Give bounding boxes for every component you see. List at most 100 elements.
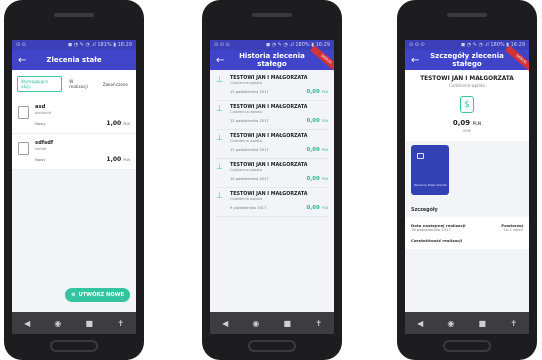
item-type: Codzienna wpłata bbox=[230, 110, 263, 114]
order-currency: PLN bbox=[472, 122, 482, 127]
speaker bbox=[447, 13, 487, 17]
section-title: Szczegóły bbox=[411, 208, 438, 213]
list-item[interactable]: ⊥ TESTOWI JAN I MAŁGORZATA Codzienna wpł… bbox=[216, 72, 328, 101]
order-summary: TESTOWI JAN I MAŁGORZATA Codzienna wpłat… bbox=[405, 70, 529, 141]
list-item[interactable]: ⊥ TESTOWI JAN I MAŁGORZATA Codzienna wpł… bbox=[216, 101, 328, 130]
create-new-label: UTWÓRZ NOWE bbox=[78, 292, 124, 298]
phone-standing-orders: ⊙ ⊙ ◼ ◔ ✎ ◔ .ıl 181% ▮ 16:29 ← Zlecenia … bbox=[4, 0, 144, 360]
status-left: ⊙ ⊙ ⊙ bbox=[409, 42, 425, 48]
item-date: 11 października 2017 bbox=[230, 148, 269, 152]
item-currency: PLN bbox=[321, 119, 328, 123]
next-date-value: 16 października 2017 bbox=[411, 228, 451, 232]
back-arrow-icon[interactable]: ← bbox=[216, 55, 230, 66]
android-nav-bar: ◀ ◉ ■ ✝ bbox=[210, 312, 334, 334]
status-right: ◼ ◔ ✎ ◔ .ıl 180% ▮ 16:29 bbox=[265, 42, 330, 48]
home-button[interactable] bbox=[50, 340, 98, 352]
app-bar: ← Zlecenia stałe bbox=[12, 50, 136, 70]
order-subtitle: asdfasdf bbox=[35, 110, 52, 115]
nav-home-icon[interactable]: ◉ bbox=[54, 319, 61, 328]
status-bar: ⊙ ⊙ ◼ ◔ ✎ ◔ .ıl 181% ▮ 16:29 bbox=[12, 40, 136, 50]
phone-order-history: ⊙ ⊙ ⊙ ◼ ◔ ✎ ◔ .ıl 180% ▮ 16:29 ← Histori… bbox=[202, 0, 342, 360]
list-item[interactable]: ⊥ TESTOWI JAN I MAŁGORZATA Codzienna wpł… bbox=[216, 188, 328, 217]
card-chip-icon bbox=[417, 153, 424, 159]
filter-completed[interactable]: Zakończone bbox=[100, 80, 131, 89]
list-item[interactable]: sdfsdf sdfsdf Nowy 1,00 PLN bbox=[12, 134, 136, 170]
nav-home-icon[interactable]: ◉ bbox=[447, 319, 454, 328]
plus-circle-icon: ⊕ bbox=[71, 292, 76, 298]
standing-order-card[interactable]: Zlecenie Stałe Klienta bbox=[411, 145, 449, 195]
item-amount: 0,09 bbox=[306, 118, 320, 124]
app-bar: ← Historia zlecenia stałego DEBUG bbox=[210, 45, 334, 74]
payment-method: SMS bbox=[462, 128, 472, 133]
history-list: ⊥ TESTOWI JAN I MAŁGORZATA Codzienna wpł… bbox=[210, 70, 334, 219]
nav-recent-icon[interactable]: ■ bbox=[478, 319, 486, 328]
item-currency: PLN bbox=[321, 90, 328, 94]
recipient-name: TESTOWI JAN I MAŁGORZATA bbox=[420, 76, 514, 82]
order-currency: PLN bbox=[123, 122, 130, 126]
speaker bbox=[252, 13, 292, 17]
transfer-icon: ⊥ bbox=[216, 75, 223, 84]
item-type: Codzienna wpłata bbox=[230, 81, 263, 85]
filter-in-progress[interactable]: W realizacji bbox=[66, 77, 96, 91]
document-icon bbox=[18, 142, 29, 155]
filter-requires-action[interactable]: Wymagające akcji bbox=[17, 76, 63, 92]
phone-order-details: ⊙ ⊙ ⊙ ◼ ◔ ✎ ◔ .ıl 180% ▮ 16:29 ← Szczegó… bbox=[397, 0, 537, 360]
list-item[interactable]: ⊥ TESTOWI JAN I MAŁGORZATA Codzienna wpł… bbox=[216, 130, 328, 159]
status-left: ⊙ ⊙ ⊙ bbox=[214, 42, 230, 48]
app-bar: ← Szczegóły zlecenia stałego DEBUG bbox=[405, 45, 529, 74]
item-date: 13 października 2017 bbox=[230, 90, 269, 94]
order-subtitle: sdfsdf bbox=[35, 146, 47, 151]
item-amount: 0,09 bbox=[306, 205, 320, 211]
android-nav-bar: ◀ ◉ ■ ✝ bbox=[12, 312, 136, 334]
home-button[interactable] bbox=[443, 340, 491, 352]
nav-home-icon[interactable]: ◉ bbox=[252, 319, 259, 328]
item-currency: PLN bbox=[321, 206, 328, 210]
frequency-label: Częstotliwość realizacji bbox=[411, 238, 463, 243]
item-date: 10 października 2017 bbox=[230, 177, 269, 181]
back-arrow-icon[interactable]: ← bbox=[411, 55, 425, 66]
nav-extra-icon[interactable]: ✝ bbox=[315, 319, 322, 328]
home-button[interactable] bbox=[248, 340, 296, 352]
order-currency: PLN bbox=[123, 158, 130, 162]
order-amount: 1,00 bbox=[106, 120, 122, 127]
android-nav-bar: ◀ ◉ ■ ✝ bbox=[405, 312, 529, 334]
card-carousel: Zlecenie Stałe Klienta bbox=[405, 141, 529, 199]
order-status: Nowy bbox=[35, 157, 46, 162]
item-type: Codzienna wpłata bbox=[230, 197, 263, 201]
card-label: Zlecenie Stałe Klienta bbox=[414, 183, 447, 188]
transfer-icon: ⊥ bbox=[216, 162, 223, 171]
page-title: Szczegóły zlecenia stałego bbox=[430, 52, 504, 68]
nav-back-icon[interactable]: ◀ bbox=[24, 319, 30, 328]
item-date: 9 października 2017 bbox=[230, 206, 267, 210]
nav-extra-icon[interactable]: ✝ bbox=[510, 319, 517, 328]
back-arrow-icon[interactable]: ← bbox=[18, 55, 32, 66]
nav-back-icon[interactable]: ◀ bbox=[417, 319, 423, 328]
transfer-icon: ⊥ bbox=[216, 104, 223, 113]
order-amount: 0,09 bbox=[452, 119, 471, 127]
nav-recent-icon[interactable]: ■ bbox=[85, 319, 93, 328]
nav-recent-icon[interactable]: ■ bbox=[283, 319, 291, 328]
item-currency: PLN bbox=[321, 148, 328, 152]
list-item[interactable]: asd asdfasdf Nowy 1,00 PLN bbox=[12, 98, 136, 134]
item-type: Codzienna wpłata bbox=[230, 168, 263, 172]
nav-back-icon[interactable]: ◀ bbox=[222, 319, 228, 328]
page-title: Historia zlecenia stałego bbox=[239, 52, 305, 68]
filter-tabs: Wymagające akcji W realizacji Zakończone bbox=[12, 70, 136, 98]
screen: ⊙ ⊙ ⊙ ◼ ◔ ✎ ◔ .ıl 180% ▮ 16:29 ← Histori… bbox=[210, 40, 334, 334]
nav-extra-icon[interactable]: ✝ bbox=[117, 319, 124, 328]
status-left: ⊙ ⊙ bbox=[16, 42, 26, 48]
details-panel: Data następnej realizacji 16 październik… bbox=[405, 217, 529, 249]
status-right: ◼ ◔ ✎ ◔ .ıl 181% ▮ 16:29 bbox=[67, 42, 132, 48]
page-title: Zlecenia stałe bbox=[46, 56, 102, 64]
item-amount: 0,09 bbox=[306, 147, 320, 153]
item-currency: PLN bbox=[321, 177, 328, 181]
item-date: 12 października 2017 bbox=[230, 119, 269, 123]
speaker bbox=[54, 13, 94, 17]
create-new-button[interactable]: ⊕ UTWÓRZ NOWE bbox=[65, 288, 130, 302]
order-amount: 1,00 bbox=[106, 156, 122, 163]
receipt-icon: $ bbox=[460, 96, 474, 113]
repeat-value: Co 1 dzień bbox=[503, 228, 523, 232]
item-amount: 0,09 bbox=[306, 89, 320, 95]
order-type: Codzienna wpłata bbox=[449, 83, 485, 88]
list-item[interactable]: ⊥ TESTOWI JAN I MAŁGORZATA Codzienna wpł… bbox=[216, 159, 328, 188]
